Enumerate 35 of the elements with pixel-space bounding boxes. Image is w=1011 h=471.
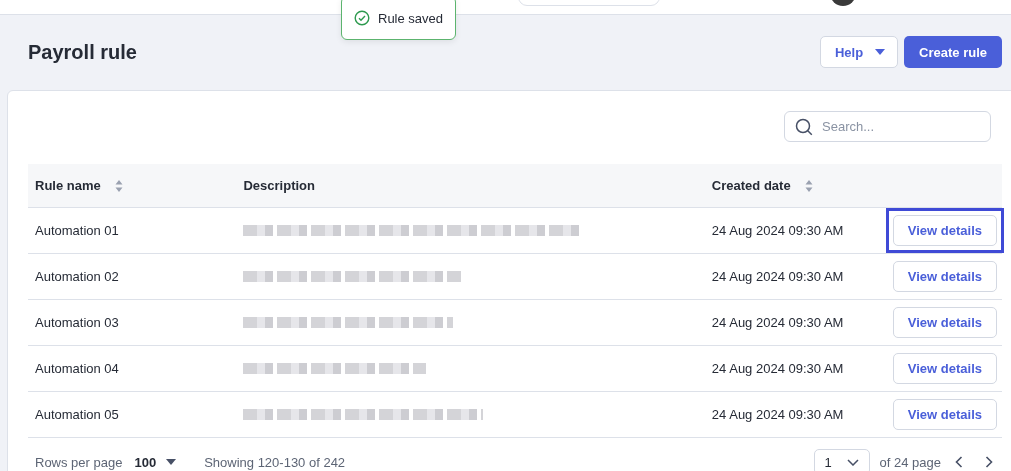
help-button[interactable]: Help bbox=[819, 36, 899, 68]
column-header: Description bbox=[236, 164, 705, 208]
view-details-button[interactable]: View details bbox=[892, 215, 997, 246]
search-field[interactable]: Search... bbox=[784, 111, 991, 142]
table-cell: Automation 04 bbox=[28, 345, 237, 392]
table-cell: 24 Aug 2024 09:30 AM bbox=[704, 299, 879, 346]
chevron-left-icon bbox=[955, 456, 963, 468]
rows-per-page-select[interactable]: 100 bbox=[128, 453, 183, 471]
view-details-button[interactable]: View details bbox=[892, 399, 997, 430]
page-total: of 24 page bbox=[879, 454, 941, 470]
table-cell: 24 Aug 2024 09:30 AM bbox=[704, 253, 879, 300]
page-select[interactable]: 1 bbox=[813, 449, 870, 471]
table-cell: Automation 02 bbox=[28, 253, 237, 300]
showing-count: Showing 120-130 of 242 bbox=[204, 454, 346, 470]
page-title: Payroll rule bbox=[28, 40, 137, 64]
column-header[interactable]: Rule name bbox=[28, 164, 237, 208]
toast-message: Rule saved bbox=[378, 10, 444, 26]
check-circle-icon bbox=[354, 10, 370, 26]
table-cell: 24 Aug 2024 09:30 AM bbox=[704, 345, 879, 392]
rows-per-page-label: Rows per page bbox=[35, 454, 123, 470]
view-details-button[interactable]: View details bbox=[892, 261, 997, 292]
table-cell: 24 Aug 2024 09:30 AM bbox=[704, 207, 879, 254]
search-icon bbox=[795, 118, 813, 136]
table-cell: Automation 03 bbox=[28, 299, 237, 346]
column-header[interactable]: Created date bbox=[704, 164, 879, 208]
table-cell: 24 Aug 2024 09:30 AM bbox=[704, 391, 879, 438]
table-cell: Automation 05 bbox=[28, 391, 237, 438]
caret-icon bbox=[875, 49, 886, 55]
view-details-button[interactable]: View details bbox=[892, 307, 997, 338]
view-details-button[interactable]: View details bbox=[892, 353, 997, 384]
chevron-right-icon bbox=[985, 456, 993, 468]
chevron-down-icon bbox=[846, 458, 859, 466]
create-rule-button[interactable]: Create rule bbox=[904, 36, 1002, 68]
caret-icon bbox=[166, 459, 177, 465]
table-cell: Automation 01 bbox=[28, 207, 237, 254]
